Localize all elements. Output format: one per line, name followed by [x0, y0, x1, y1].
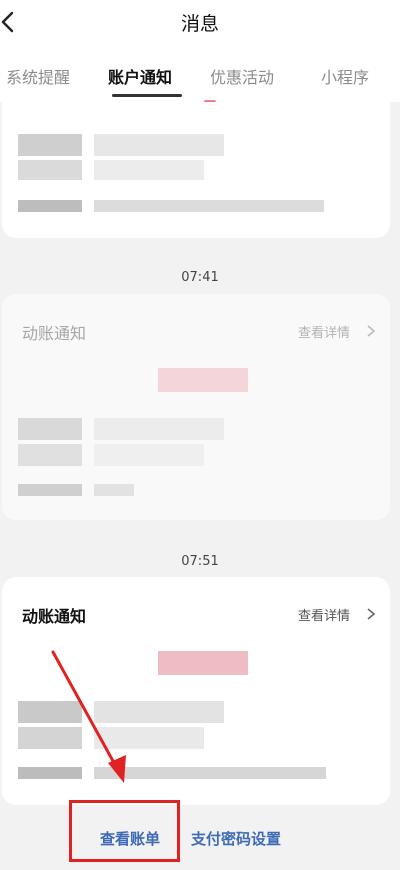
- redacted-block: [94, 200, 324, 212]
- redacted-block: [94, 701, 224, 723]
- message-time: 07:41: [181, 270, 219, 285]
- redacted-amount: [158, 651, 248, 675]
- redacted-block: [18, 418, 82, 440]
- redacted-block: [94, 727, 204, 749]
- redacted-block: [18, 701, 82, 723]
- redacted-block: [18, 484, 82, 496]
- redacted-block: [94, 484, 134, 496]
- tab-system-reminders[interactable]: 系统提醒: [6, 64, 70, 88]
- view-details-link[interactable]: 查看详情: [298, 322, 350, 341]
- header-bar: 消息: [0, 0, 400, 46]
- chevron-right-icon: [367, 608, 376, 620]
- message-card[interactable]: 动账通知 查看详情: [2, 294, 390, 520]
- chevron-right-icon: [367, 325, 376, 337]
- redacted-block: [94, 418, 224, 440]
- redacted-block: [18, 200, 82, 212]
- redacted-block: [94, 160, 204, 180]
- view-bill-button[interactable]: 查看账单: [100, 828, 160, 849]
- payment-password-settings-button[interactable]: 支付密码设置: [191, 828, 281, 849]
- redacted-block: [18, 134, 82, 156]
- redacted-block: [94, 134, 224, 156]
- tab-account-notices[interactable]: 账户通知: [108, 64, 172, 88]
- view-details-link[interactable]: 查看详情: [298, 605, 350, 624]
- tab-mini-programs[interactable]: 小程序: [321, 64, 369, 88]
- redacted-block: [18, 160, 82, 180]
- message-card[interactable]: 动账通知 查看详情: [2, 577, 390, 805]
- redacted-block: [18, 444, 82, 466]
- message-card-previous[interactable]: [2, 102, 390, 238]
- redacted-block: [94, 767, 326, 779]
- redacted-block: [94, 444, 204, 466]
- page-title: 消息: [180, 13, 219, 35]
- card-title: 动账通知: [22, 324, 87, 343]
- active-tab-indicator: [112, 94, 182, 97]
- message-time: 07:51: [181, 554, 219, 569]
- redacted-block: [18, 727, 82, 749]
- tab-promotions[interactable]: 优惠活动: [210, 64, 274, 88]
- redacted-amount: [158, 368, 248, 392]
- tab-bar: 系统提醒 账户通知 优惠活动 小程序: [0, 46, 400, 104]
- card-title: 动账通知: [22, 607, 87, 626]
- redacted-block: [18, 767, 82, 779]
